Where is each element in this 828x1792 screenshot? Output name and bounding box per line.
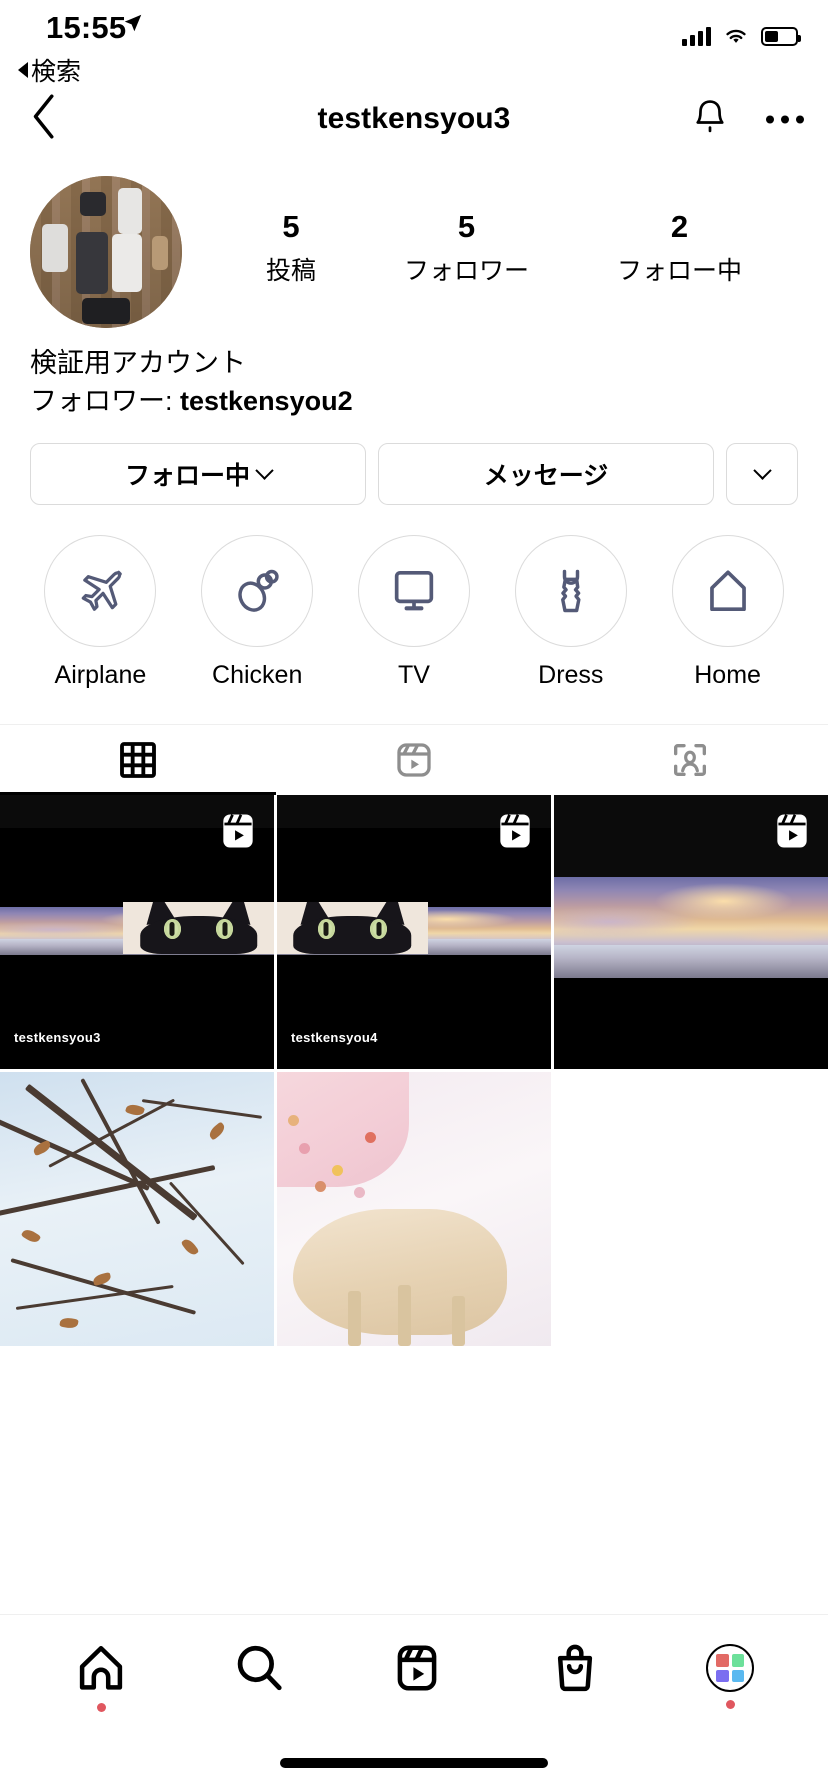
tagged-person-icon: [674, 743, 706, 776]
post-2-watermark: testkensyou4: [291, 1029, 378, 1045]
stat-following-count: 2: [670, 209, 689, 244]
home-indicator: [280, 1758, 548, 1768]
message-button-label: メッセージ: [483, 461, 609, 490]
dress-icon: [560, 569, 581, 612]
post-2[interactable]: testkensyou4: [277, 794, 551, 1069]
ellipsis-icon[interactable]: [766, 115, 804, 123]
profile-summary: 5 投稿 5 フォロワー 2 フォロー中: [0, 160, 828, 328]
tv-monitor-icon: [394, 570, 434, 611]
profile-header: testkensyou3: [0, 78, 828, 160]
shopping-bag-icon: [557, 1644, 593, 1692]
triangle-left-icon: [18, 62, 28, 78]
post-3[interactable]: [554, 794, 828, 1069]
highlight-airplane-cover: [44, 534, 157, 647]
tab-tagged[interactable]: [552, 725, 828, 795]
bell-icon[interactable]: [692, 98, 728, 141]
content-tabs: [0, 723, 828, 795]
highlight-airplane[interactable]: Airplane: [22, 534, 179, 690]
avatar[interactable]: [30, 176, 182, 328]
profile-bio: 検証用アカウント フォロワー: testkensyou2: [0, 328, 828, 421]
location-arrow-icon: [122, 12, 144, 39]
reels-icon: [397, 742, 431, 777]
bottom-navigation: [0, 1614, 828, 1792]
reels-badge-icon: [216, 809, 260, 858]
story-highlights: Airplane Chicken TV Dress Home: [0, 505, 828, 690]
status-time: 15:55: [46, 10, 127, 45]
post-1-watermark: testkensyou3: [14, 1029, 101, 1045]
bio-display-name: 検証用アカウント: [30, 348, 246, 378]
stat-posts[interactable]: 5 投稿: [266, 208, 316, 287]
stat-posts-label: 投稿: [265, 256, 316, 285]
highlight-home-label: Home: [694, 660, 761, 689]
status-indicators: [682, 26, 801, 46]
chevron-down-icon: [255, 461, 274, 481]
back-button[interactable]: [30, 94, 60, 145]
highlight-home[interactable]: Home: [649, 534, 806, 690]
highlight-chicken-label: Chicken: [212, 660, 303, 689]
message-button[interactable]: メッセージ: [378, 442, 714, 505]
nav-search[interactable]: [232, 1641, 286, 1712]
stat-followers[interactable]: 5 フォロワー: [404, 208, 529, 287]
profile-stats: 5 投稿 5 フォロワー 2 フォロー中: [182, 176, 798, 287]
nav-shop[interactable]: [548, 1641, 602, 1712]
tab-grid[interactable]: [0, 725, 276, 795]
grid-icon: [120, 741, 156, 778]
following-button-label: フォロー中: [124, 461, 250, 490]
reels-badge-icon: [770, 809, 814, 858]
highlight-tv[interactable]: TV: [336, 534, 493, 690]
stat-posts-count: 5: [282, 209, 300, 244]
nav-profile[interactable]: [706, 1644, 754, 1709]
suggested-users-button[interactable]: [726, 442, 798, 505]
highlight-tv-label: TV: [398, 660, 430, 689]
highlight-dress[interactable]: Dress: [492, 534, 649, 690]
battery-icon: [761, 27, 801, 46]
post-4[interactable]: [0, 1071, 274, 1346]
home-icon: [79, 1645, 123, 1690]
highlight-dress-cover: [514, 534, 627, 647]
post-grid: testkensyou3 testkensyou4: [0, 794, 828, 1346]
post-5[interactable]: [277, 1071, 551, 1346]
wifi-icon: [726, 29, 746, 43]
stat-followers-count: 5: [457, 209, 476, 244]
status-bar: 15:55 検索: [0, 0, 828, 86]
bio-followed-username[interactable]: testkensyou2: [180, 386, 353, 416]
chevron-down-icon: [752, 461, 772, 481]
highlight-tv-cover: [357, 534, 470, 647]
nav-home[interactable]: [74, 1641, 128, 1712]
stat-following-label: フォロー中: [616, 256, 742, 285]
highlight-chicken[interactable]: Chicken: [179, 534, 336, 690]
reels-badge-icon: [493, 809, 537, 858]
nav-home-badge: [96, 1703, 106, 1712]
post-1[interactable]: testkensyou3: [0, 794, 274, 1069]
highlight-home-cover: [671, 534, 784, 647]
chicken-drumstick-icon: [238, 569, 279, 612]
reels-icon: [397, 1645, 437, 1691]
profile-avatar-icon: [706, 1644, 754, 1692]
search-icon: [237, 1645, 282, 1691]
stat-followers-label: フォロワー: [403, 256, 529, 285]
nav-profile-badge: [725, 1700, 735, 1709]
stat-following[interactable]: 2 フォロー中: [617, 208, 742, 287]
home-icon: [709, 570, 746, 611]
cellular-signal-icon: [682, 26, 711, 46]
bio-followed-by: フォロワー: testkensyou2: [30, 382, 798, 420]
airplane-icon: [82, 570, 123, 611]
following-button[interactable]: フォロー中: [30, 442, 366, 505]
tab-reels[interactable]: [276, 725, 552, 795]
highlight-airplane-label: Airplane: [54, 660, 147, 689]
bio-followed-prefix: フォロワー:: [30, 386, 181, 417]
highlight-chicken-cover: [201, 534, 314, 647]
nav-reels[interactable]: [390, 1641, 444, 1712]
profile-actions: フォロー中 メッセージ: [0, 421, 828, 505]
highlight-dress-label: Dress: [538, 660, 604, 689]
